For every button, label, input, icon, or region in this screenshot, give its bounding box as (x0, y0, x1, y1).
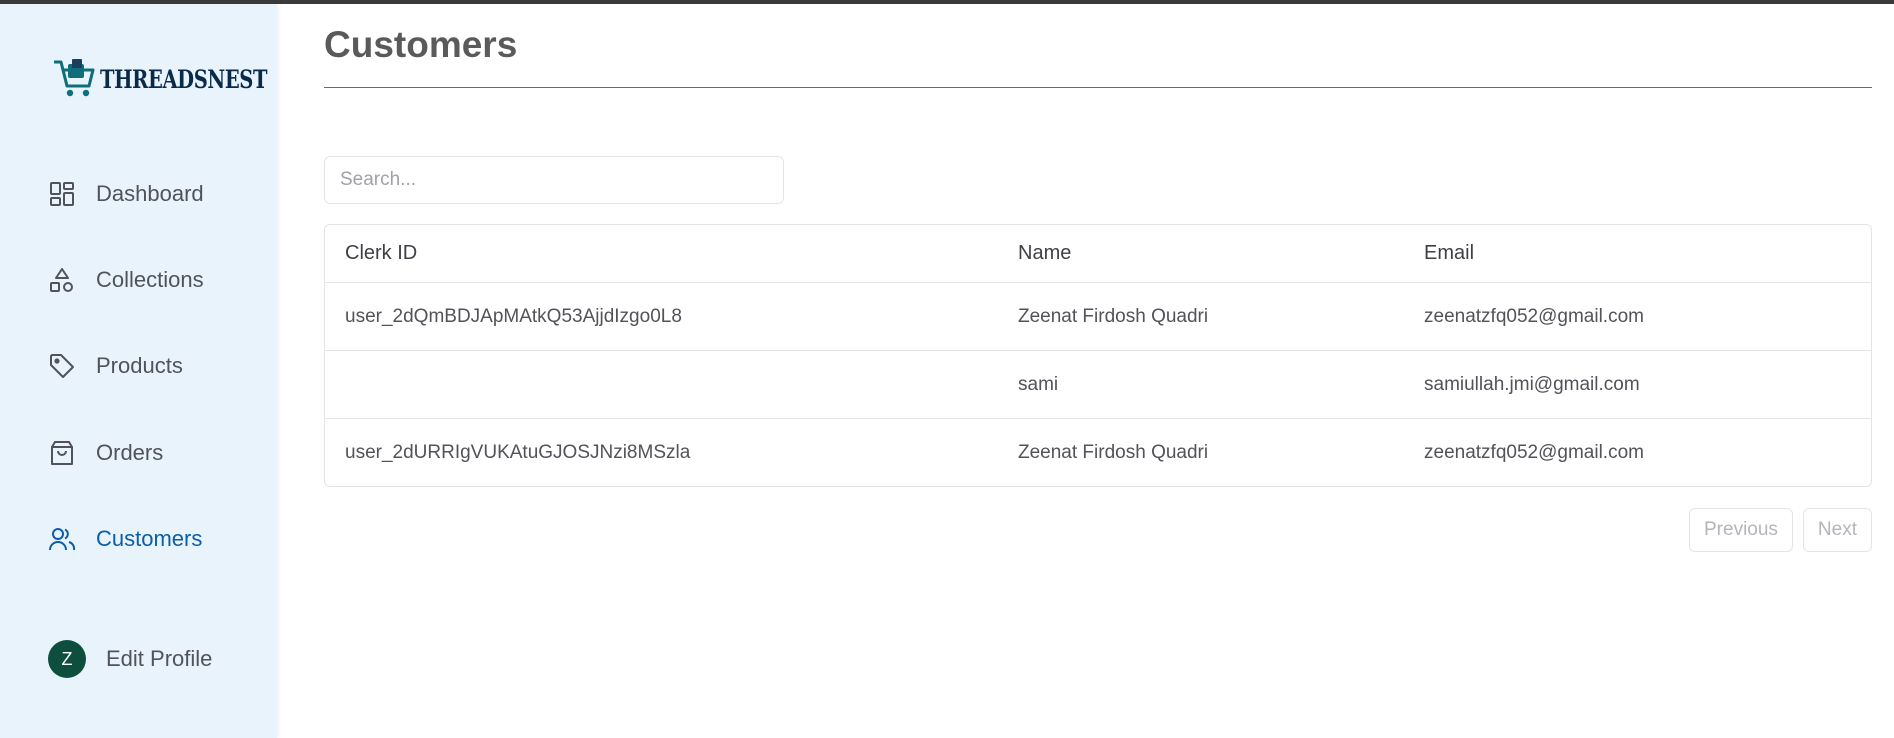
avatar: Z (48, 640, 86, 678)
sidebar: THREADSNEST Dashboard Collections Produc… (0, 4, 277, 738)
cell-clerk-id: user_2dQmBDJApMAtkQ53AjjdIzgo0L8 (325, 282, 998, 351)
sidebar-item-label: Customers (96, 526, 203, 551)
customers-table: Clerk ID Name Email user_2dQmBDJApMAtkQ5… (324, 224, 1872, 487)
cell-name: Zeenat Firdosh Quadri (998, 418, 1404, 486)
column-header-clerk-id[interactable]: Clerk ID (325, 225, 998, 283)
cell-clerk-id (325, 350, 998, 419)
next-page-button[interactable]: Next (1802, 508, 1872, 552)
title-divider (324, 87, 1872, 88)
tag-icon (50, 354, 74, 378)
sidebar-item-label: Products (96, 353, 183, 378)
edit-profile-button[interactable]: Z Edit Profile (48, 640, 212, 678)
pagination: Previous Next (1689, 508, 1872, 552)
sidebar-item-label: Dashboard (96, 181, 204, 206)
cell-name: Zeenat Firdosh Quadri (998, 282, 1404, 351)
sidebar-item-label: Orders (96, 440, 164, 465)
table-row[interactable]: sami samiullah.jmi@gmail.com (325, 350, 1871, 419)
page-title: Customers (324, 24, 518, 65)
sidebar-item-collections[interactable]: Collections (48, 266, 204, 294)
search-input[interactable] (324, 156, 784, 204)
table-row[interactable]: user_2dQmBDJApMAtkQ53AjjdIzgo0L8 Zeenat … (325, 282, 1871, 351)
shapes-icon (50, 268, 73, 292)
previous-page-button[interactable]: Previous (1689, 508, 1793, 552)
shopping-cart-icon (54, 59, 95, 97)
column-header-email[interactable]: Email (1404, 225, 1871, 283)
cell-name: sami (998, 350, 1404, 419)
sidebar-item-orders[interactable]: Orders (48, 439, 163, 467)
cell-email: zeenatzfq052@gmail.com (1404, 418, 1871, 486)
brand-name: THREADSNEST (100, 64, 268, 94)
cell-email: samiullah.jmi@gmail.com (1404, 350, 1871, 419)
table-row[interactable]: user_2dURRIgVUKAtuGJOSJNzi8MSzla Zeenat … (325, 418, 1871, 486)
window-top-border (0, 0, 1894, 4)
shopping-bag-icon (51, 441, 73, 465)
cell-email: zeenatzfq052@gmail.com (1404, 282, 1871, 351)
cell-clerk-id: user_2dURRIgVUKAtuGJOSJNzi8MSzla (325, 418, 998, 486)
sidebar-item-dashboard[interactable]: Dashboard (48, 180, 204, 208)
column-header-name[interactable]: Name (998, 225, 1404, 283)
sidebar-item-products[interactable]: Products (48, 352, 183, 380)
sidebar-item-customers[interactable]: Customers (48, 525, 202, 553)
sidebar-item-label: Collections (96, 267, 204, 292)
brand-logo[interactable]: THREADSNEST (52, 56, 314, 102)
edit-profile-label: Edit Profile (106, 646, 213, 671)
dashboard-icon (50, 182, 74, 206)
users-icon (49, 528, 76, 551)
table-header-row: Clerk ID Name Email (325, 225, 1871, 283)
